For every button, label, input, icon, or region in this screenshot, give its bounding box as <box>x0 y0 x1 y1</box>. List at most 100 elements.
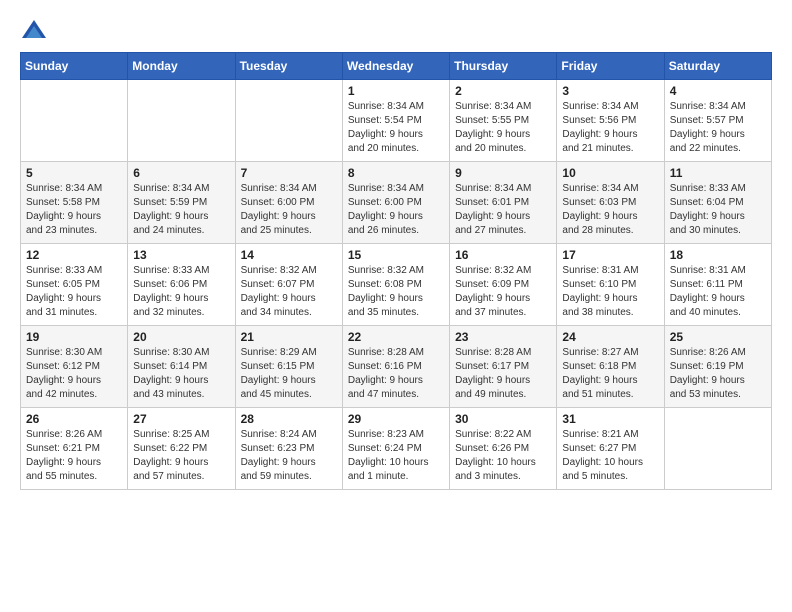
day-number: 8 <box>348 166 444 180</box>
week-row-4: 19 Sunrise: 8:30 AM Sunset: 6:12 PM Dayli… <box>21 326 772 408</box>
day-info: Sunrise: 8:30 AM Sunset: 6:12 PM Dayligh… <box>26 346 122 402</box>
day-cell: 17 Sunrise: 8:31 AM Sunset: 6:10 PM Dayli… <box>557 244 664 326</box>
day-info: Sunrise: 8:34 AM Sunset: 5:56 PM Dayligh… <box>562 100 658 156</box>
day-number: 16 <box>455 248 551 262</box>
day-info: Sunrise: 8:34 AM Sunset: 6:03 PM Dayligh… <box>562 182 658 238</box>
day-cell: 22 Sunrise: 8:28 AM Sunset: 6:16 PM Dayli… <box>342 326 449 408</box>
day-cell: 9 Sunrise: 8:34 AM Sunset: 6:01 PM Daylig… <box>450 162 557 244</box>
day-info: Sunrise: 8:21 AM Sunset: 6:27 PM Dayligh… <box>562 428 658 484</box>
day-cell <box>664 408 771 490</box>
weekday-header-row: SundayMondayTuesdayWednesdayThursdayFrid… <box>21 53 772 80</box>
day-info: Sunrise: 8:34 AM Sunset: 5:55 PM Dayligh… <box>455 100 551 156</box>
day-number: 20 <box>133 330 229 344</box>
day-cell: 7 Sunrise: 8:34 AM Sunset: 6:00 PM Daylig… <box>235 162 342 244</box>
day-number: 22 <box>348 330 444 344</box>
day-number: 3 <box>562 84 658 98</box>
day-number: 21 <box>241 330 337 344</box>
day-info: Sunrise: 8:34 AM Sunset: 5:54 PM Dayligh… <box>348 100 444 156</box>
weekday-header-friday: Friday <box>557 53 664 80</box>
day-info: Sunrise: 8:33 AM Sunset: 6:05 PM Dayligh… <box>26 264 122 320</box>
logo <box>20 16 50 44</box>
day-cell: 2 Sunrise: 8:34 AM Sunset: 5:55 PM Daylig… <box>450 80 557 162</box>
header <box>20 16 772 44</box>
week-row-3: 12 Sunrise: 8:33 AM Sunset: 6:05 PM Dayli… <box>21 244 772 326</box>
day-info: Sunrise: 8:28 AM Sunset: 6:17 PM Dayligh… <box>455 346 551 402</box>
logo-icon <box>20 16 48 44</box>
day-number: 25 <box>670 330 766 344</box>
weekday-header-sunday: Sunday <box>21 53 128 80</box>
day-number: 14 <box>241 248 337 262</box>
day-number: 2 <box>455 84 551 98</box>
day-number: 7 <box>241 166 337 180</box>
day-info: Sunrise: 8:32 AM Sunset: 6:08 PM Dayligh… <box>348 264 444 320</box>
day-number: 9 <box>455 166 551 180</box>
day-cell: 14Sunrise: 8:32 AM Sunset: 6:07 PM Dayli… <box>235 244 342 326</box>
day-number: 18 <box>670 248 766 262</box>
day-info: Sunrise: 8:34 AM Sunset: 6:01 PM Dayligh… <box>455 182 551 238</box>
day-number: 31 <box>562 412 658 426</box>
day-number: 15 <box>348 248 444 262</box>
day-number: 29 <box>348 412 444 426</box>
weekday-header-saturday: Saturday <box>664 53 771 80</box>
day-info: Sunrise: 8:34 AM Sunset: 5:58 PM Dayligh… <box>26 182 122 238</box>
weekday-header-wednesday: Wednesday <box>342 53 449 80</box>
day-number: 26 <box>26 412 122 426</box>
day-cell: 5 Sunrise: 8:34 AM Sunset: 5:58 PM Daylig… <box>21 162 128 244</box>
day-number: 28 <box>241 412 337 426</box>
day-cell: 21 Sunrise: 8:29 AM Sunset: 6:15 PM Dayli… <box>235 326 342 408</box>
day-info: Sunrise: 8:27 AM Sunset: 6:18 PM Dayligh… <box>562 346 658 402</box>
day-info: Sunrise: 8:29 AM Sunset: 6:15 PM Dayligh… <box>241 346 337 402</box>
day-info: Sunrise: 8:34 AM Sunset: 5:57 PM Dayligh… <box>670 100 766 156</box>
day-cell: 18 Sunrise: 8:31 AM Sunset: 6:11 PM Dayli… <box>664 244 771 326</box>
day-info: Sunrise: 8:32 AM Sunset: 6:09 PM Dayligh… <box>455 264 551 320</box>
day-cell: 10 Sunrise: 8:34 AM Sunset: 6:03 PM Dayli… <box>557 162 664 244</box>
day-cell: 24 Sunrise: 8:27 AM Sunset: 6:18 PM Dayli… <box>557 326 664 408</box>
day-number: 5 <box>26 166 122 180</box>
day-info: Sunrise: 8:25 AM Sunset: 6:22 PM Dayligh… <box>133 428 229 484</box>
day-cell: 11 Sunrise: 8:33 AM Sunset: 6:04 PM Dayli… <box>664 162 771 244</box>
day-number: 12 <box>26 248 122 262</box>
day-cell: 20 Sunrise: 8:30 AM Sunset: 6:14 PM Dayli… <box>128 326 235 408</box>
day-info: Sunrise: 8:33 AM Sunset: 6:04 PM Dayligh… <box>670 182 766 238</box>
day-number: 24 <box>562 330 658 344</box>
day-number: 11 <box>670 166 766 180</box>
day-cell: 3 Sunrise: 8:34 AM Sunset: 5:56 PM Daylig… <box>557 80 664 162</box>
day-info: Sunrise: 8:34 AM Sunset: 6:00 PM Dayligh… <box>241 182 337 238</box>
day-cell <box>21 80 128 162</box>
day-cell: 28Sunrise: 8:24 AM Sunset: 6:23 PM Dayli… <box>235 408 342 490</box>
day-info: Sunrise: 8:26 AM Sunset: 6:19 PM Dayligh… <box>670 346 766 402</box>
day-number: 23 <box>455 330 551 344</box>
day-cell: 4 Sunrise: 8:34 AM Sunset: 5:57 PM Daylig… <box>664 80 771 162</box>
day-cell: 6Sunrise: 8:34 AM Sunset: 5:59 PM Daylig… <box>128 162 235 244</box>
day-info: Sunrise: 8:34 AM Sunset: 6:00 PM Dayligh… <box>348 182 444 238</box>
week-row-5: 26 Sunrise: 8:26 AM Sunset: 6:21 PM Dayli… <box>21 408 772 490</box>
day-cell: 15 Sunrise: 8:32 AM Sunset: 6:08 PM Dayli… <box>342 244 449 326</box>
day-number: 17 <box>562 248 658 262</box>
day-cell: 13Sunrise: 8:33 AM Sunset: 6:06 PM Dayli… <box>128 244 235 326</box>
day-info: Sunrise: 8:23 AM Sunset: 6:24 PM Dayligh… <box>348 428 444 484</box>
weekday-header-tuesday: Tuesday <box>235 53 342 80</box>
day-cell: 23 Sunrise: 8:28 AM Sunset: 6:17 PM Dayli… <box>450 326 557 408</box>
day-info: Sunrise: 8:31 AM Sunset: 6:11 PM Dayligh… <box>670 264 766 320</box>
day-info: Sunrise: 8:28 AM Sunset: 6:16 PM Dayligh… <box>348 346 444 402</box>
day-info: Sunrise: 8:31 AM Sunset: 6:10 PM Dayligh… <box>562 264 658 320</box>
day-cell <box>128 80 235 162</box>
day-number: 19 <box>26 330 122 344</box>
day-number: 1 <box>348 84 444 98</box>
week-row-1: 1 Sunrise: 8:34 AM Sunset: 5:54 PM Daylig… <box>21 80 772 162</box>
day-number: 10 <box>562 166 658 180</box>
day-info: Sunrise: 8:30 AM Sunset: 6:14 PM Dayligh… <box>133 346 229 402</box>
day-info: Sunrise: 8:34 AM Sunset: 5:59 PM Dayligh… <box>133 182 229 238</box>
day-number: 30 <box>455 412 551 426</box>
day-info: Sunrise: 8:22 AM Sunset: 6:26 PM Dayligh… <box>455 428 551 484</box>
day-number: 4 <box>670 84 766 98</box>
day-cell: 27Sunrise: 8:25 AM Sunset: 6:22 PM Dayli… <box>128 408 235 490</box>
day-cell: 12 Sunrise: 8:33 AM Sunset: 6:05 PM Dayli… <box>21 244 128 326</box>
weekday-header-thursday: Thursday <box>450 53 557 80</box>
day-info: Sunrise: 8:26 AM Sunset: 6:21 PM Dayligh… <box>26 428 122 484</box>
day-cell: 30 Sunrise: 8:22 AM Sunset: 6:26 PM Dayli… <box>450 408 557 490</box>
day-cell: 25 Sunrise: 8:26 AM Sunset: 6:19 PM Dayli… <box>664 326 771 408</box>
day-cell: 19 Sunrise: 8:30 AM Sunset: 6:12 PM Dayli… <box>21 326 128 408</box>
day-info: Sunrise: 8:33 AM Sunset: 6:06 PM Dayligh… <box>133 264 229 320</box>
day-cell: 16 Sunrise: 8:32 AM Sunset: 6:09 PM Dayli… <box>450 244 557 326</box>
